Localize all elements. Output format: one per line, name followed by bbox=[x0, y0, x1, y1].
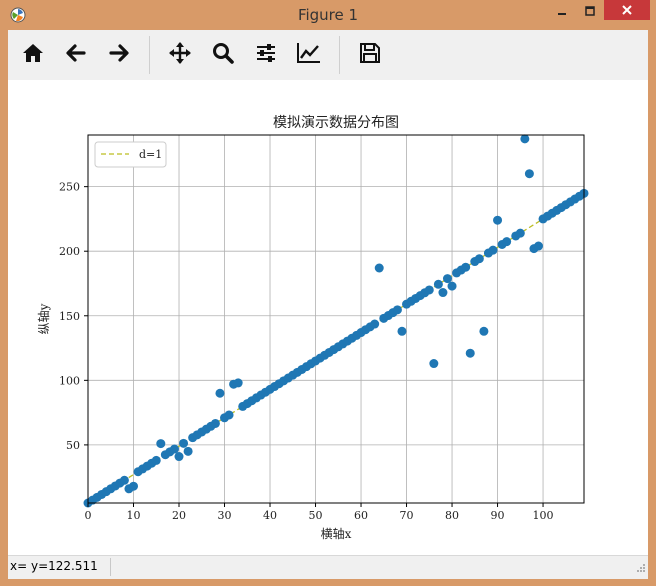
subplots-button[interactable] bbox=[248, 37, 284, 73]
scatter-point bbox=[433, 279, 443, 289]
scatter-point bbox=[183, 446, 193, 456]
x-tick-label: 20 bbox=[172, 509, 186, 522]
minimize-icon bbox=[557, 1, 567, 20]
zoom-button[interactable] bbox=[205, 37, 241, 73]
scatter-point bbox=[424, 285, 434, 295]
scatter-point bbox=[210, 418, 220, 428]
navigation-toolbar bbox=[8, 30, 648, 80]
y-ticks: 50 100 150 200 250 bbox=[59, 181, 88, 452]
close-button[interactable] bbox=[604, 0, 650, 20]
scatter-point bbox=[224, 410, 234, 420]
scatter-point bbox=[502, 237, 512, 247]
scatter-point bbox=[461, 262, 471, 272]
x-tick-label: 90 bbox=[491, 509, 505, 522]
client-area: 0 10 20 30 40 50 60 70 80 90 100 50 100 150 200 250 模拟… bbox=[8, 30, 648, 579]
scatter-point bbox=[474, 254, 484, 264]
legend-label: d=1 bbox=[139, 148, 162, 161]
x-axis-label: 横轴x bbox=[321, 526, 352, 541]
scatter-point bbox=[156, 439, 166, 449]
legend: d=1 bbox=[94, 141, 167, 168]
arrow-right-icon bbox=[107, 41, 131, 69]
line-chart-icon bbox=[296, 41, 322, 69]
scatter-point bbox=[233, 378, 243, 388]
scatter-point bbox=[374, 263, 384, 273]
scatter-point bbox=[174, 452, 184, 462]
scatter-point bbox=[169, 444, 179, 454]
scatter-point bbox=[397, 326, 407, 336]
save-button[interactable] bbox=[352, 37, 388, 73]
floppy-disk-icon bbox=[358, 41, 382, 69]
pan-button[interactable] bbox=[162, 37, 198, 73]
toolbar-separator bbox=[149, 36, 150, 74]
home-button[interactable] bbox=[15, 37, 51, 73]
figure-canvas[interactable]: 0 10 20 30 40 50 60 70 80 90 100 50 100 150 200 250 模拟… bbox=[8, 80, 648, 555]
x-tick-label: 70 bbox=[400, 509, 414, 522]
chart-svg[interactable]: 0 10 20 30 40 50 60 70 80 90 100 50 100 150 200 250 模拟… bbox=[8, 80, 648, 555]
title-bar[interactable]: Figure 1 bbox=[0, 0, 656, 30]
x-tick-label: 50 bbox=[309, 509, 323, 522]
scatter-point bbox=[447, 281, 457, 291]
back-button[interactable] bbox=[58, 37, 94, 73]
edit-axes-button[interactable] bbox=[291, 37, 327, 73]
scatter-point bbox=[429, 359, 439, 369]
status-separator bbox=[110, 558, 111, 576]
scatter-point bbox=[438, 288, 448, 298]
scatter-point bbox=[493, 215, 503, 225]
magnifier-icon bbox=[211, 41, 235, 69]
scatter-point bbox=[442, 274, 452, 284]
status-bar: x= y=122.511 bbox=[8, 555, 648, 579]
chart-title: 模拟演示数据分布图 bbox=[273, 115, 399, 131]
resize-grip-icon[interactable] bbox=[636, 558, 646, 577]
x-tick-label: 0 bbox=[85, 509, 92, 522]
scatter-point bbox=[392, 305, 402, 315]
y-axis-label: 纵轴y bbox=[36, 303, 51, 334]
x-tick-label: 80 bbox=[445, 509, 459, 522]
scatter-point bbox=[524, 169, 534, 179]
x-tick-label: 100 bbox=[533, 509, 554, 522]
scatter-point bbox=[488, 245, 498, 255]
scatter-point bbox=[119, 475, 129, 485]
minimize-button[interactable] bbox=[548, 0, 576, 20]
scatter-point bbox=[215, 388, 225, 398]
sliders-icon bbox=[254, 41, 278, 69]
scatter-point bbox=[533, 241, 543, 251]
scatter-point bbox=[179, 438, 189, 448]
y-tick-label: 150 bbox=[59, 310, 80, 323]
move-icon bbox=[168, 41, 192, 69]
scatter-point bbox=[479, 326, 489, 336]
x-ticks: 0 10 20 30 40 50 60 70 80 90 100 bbox=[85, 503, 554, 522]
close-icon bbox=[621, 1, 633, 20]
forward-button[interactable] bbox=[101, 37, 137, 73]
x-tick-label: 10 bbox=[127, 509, 141, 522]
x-tick-label: 30 bbox=[218, 509, 232, 522]
y-tick-label: 100 bbox=[59, 374, 80, 387]
toolbar-separator bbox=[339, 36, 340, 74]
home-icon bbox=[21, 41, 45, 69]
x-tick-label: 60 bbox=[354, 509, 368, 522]
scatter-points bbox=[83, 134, 589, 508]
scatter-point bbox=[515, 228, 525, 238]
maximize-icon bbox=[585, 1, 595, 20]
maximize-button[interactable] bbox=[576, 0, 604, 20]
y-tick-label: 250 bbox=[59, 181, 80, 194]
x-tick-label: 40 bbox=[263, 509, 277, 522]
scatter-point bbox=[151, 455, 161, 465]
scatter-point bbox=[129, 481, 139, 491]
y-tick-label: 200 bbox=[59, 245, 80, 258]
scatter-point bbox=[465, 348, 475, 358]
cursor-coordinates: x= y=122.511 bbox=[10, 559, 98, 573]
arrow-left-icon bbox=[64, 41, 88, 69]
scatter-point bbox=[520, 134, 530, 144]
app-window: Figure 1 0 10 20 30 40 50 60 70 80 90 10… bbox=[0, 0, 656, 586]
scatter-point bbox=[370, 319, 380, 329]
y-tick-label: 50 bbox=[66, 439, 80, 452]
